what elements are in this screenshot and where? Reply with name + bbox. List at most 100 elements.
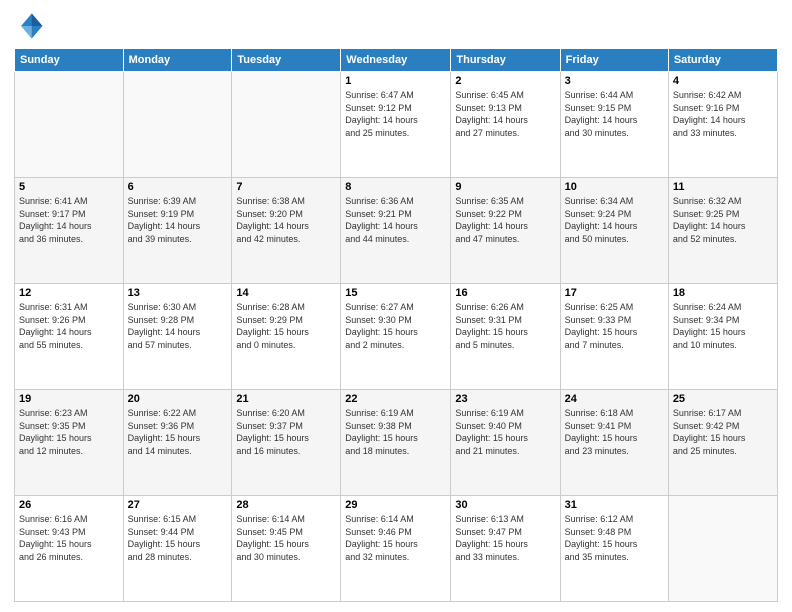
day-number: 20 [128, 393, 228, 405]
calendar-cell: 25 Sunrise: 6:17 AM Sunset: 9:42 PM Dayli… [668, 390, 777, 496]
calendar-week-row: 19 Sunrise: 6:23 AM Sunset: 9:35 PM Dayli… [15, 390, 778, 496]
calendar-cell: 2 Sunrise: 6:45 AM Sunset: 9:13 PM Daylig… [451, 72, 560, 178]
day-number: 8 [345, 181, 446, 193]
calendar-week-row: 26 Sunrise: 6:16 AM Sunset: 9:43 PM Dayli… [15, 496, 778, 602]
calendar-cell: 28 Sunrise: 6:14 AM Sunset: 9:45 PM Dayli… [232, 496, 341, 602]
day-info: Sunrise: 6:15 AM Sunset: 9:44 PM Dayligh… [128, 513, 228, 563]
calendar-cell: 13 Sunrise: 6:30 AM Sunset: 9:28 PM Dayli… [123, 284, 232, 390]
calendar-cell [15, 72, 124, 178]
header [14, 10, 778, 42]
calendar-cell: 11 Sunrise: 6:32 AM Sunset: 9:25 PM Dayli… [668, 178, 777, 284]
calendar-cell: 10 Sunrise: 6:34 AM Sunset: 9:24 PM Dayli… [560, 178, 668, 284]
calendar-cell [668, 496, 777, 602]
calendar-cell: 22 Sunrise: 6:19 AM Sunset: 9:38 PM Dayli… [341, 390, 451, 496]
day-info: Sunrise: 6:17 AM Sunset: 9:42 PM Dayligh… [673, 407, 773, 457]
calendar-cell: 31 Sunrise: 6:12 AM Sunset: 9:48 PM Dayli… [560, 496, 668, 602]
calendar-cell: 9 Sunrise: 6:35 AM Sunset: 9:22 PM Daylig… [451, 178, 560, 284]
day-info: Sunrise: 6:44 AM Sunset: 9:15 PM Dayligh… [565, 89, 664, 139]
day-number: 30 [455, 499, 555, 511]
day-number: 21 [236, 393, 336, 405]
day-info: Sunrise: 6:14 AM Sunset: 9:46 PM Dayligh… [345, 513, 446, 563]
day-number: 10 [565, 181, 664, 193]
day-info: Sunrise: 6:12 AM Sunset: 9:48 PM Dayligh… [565, 513, 664, 563]
day-number: 29 [345, 499, 446, 511]
calendar-header-row: SundayMondayTuesdayWednesdayThursdayFrid… [15, 49, 778, 72]
day-info: Sunrise: 6:32 AM Sunset: 9:25 PM Dayligh… [673, 195, 773, 245]
weekday-header: Friday [560, 49, 668, 72]
weekday-header: Monday [123, 49, 232, 72]
day-info: Sunrise: 6:47 AM Sunset: 9:12 PM Dayligh… [345, 89, 446, 139]
weekday-header: Saturday [668, 49, 777, 72]
day-number: 24 [565, 393, 664, 405]
logo [14, 10, 50, 42]
day-number: 17 [565, 287, 664, 299]
day-number: 26 [19, 499, 119, 511]
calendar-cell [232, 72, 341, 178]
day-number: 3 [565, 75, 664, 87]
day-info: Sunrise: 6:19 AM Sunset: 9:40 PM Dayligh… [455, 407, 555, 457]
calendar-cell: 1Sunrise: 6:47 AM Sunset: 9:12 PM Daylig… [341, 72, 451, 178]
calendar-cell: 17 Sunrise: 6:25 AM Sunset: 9:33 PM Dayli… [560, 284, 668, 390]
day-info: Sunrise: 6:38 AM Sunset: 9:20 PM Dayligh… [236, 195, 336, 245]
calendar-cell: 29 Sunrise: 6:14 AM Sunset: 9:46 PM Dayli… [341, 496, 451, 602]
day-number: 25 [673, 393, 773, 405]
day-number: 6 [128, 181, 228, 193]
day-number: 22 [345, 393, 446, 405]
calendar-cell: 5 Sunrise: 6:41 AM Sunset: 9:17 PM Daylig… [15, 178, 124, 284]
calendar-week-row: 5 Sunrise: 6:41 AM Sunset: 9:17 PM Daylig… [15, 178, 778, 284]
calendar-cell: 21 Sunrise: 6:20 AM Sunset: 9:37 PM Dayli… [232, 390, 341, 496]
day-number: 19 [19, 393, 119, 405]
day-number: 5 [19, 181, 119, 193]
day-info: Sunrise: 6:26 AM Sunset: 9:31 PM Dayligh… [455, 301, 555, 351]
calendar-week-row: 12Sunrise: 6:31 AM Sunset: 9:26 PM Dayli… [15, 284, 778, 390]
weekday-header: Tuesday [232, 49, 341, 72]
day-number: 13 [128, 287, 228, 299]
calendar-cell: 16 Sunrise: 6:26 AM Sunset: 9:31 PM Dayli… [451, 284, 560, 390]
day-info: Sunrise: 6:45 AM Sunset: 9:13 PM Dayligh… [455, 89, 555, 139]
day-number: 7 [236, 181, 336, 193]
day-number: 18 [673, 287, 773, 299]
day-info: Sunrise: 6:42 AM Sunset: 9:16 PM Dayligh… [673, 89, 773, 139]
calendar-cell: 23 Sunrise: 6:19 AM Sunset: 9:40 PM Dayli… [451, 390, 560, 496]
day-number: 31 [565, 499, 664, 511]
day-info: Sunrise: 6:25 AM Sunset: 9:33 PM Dayligh… [565, 301, 664, 351]
calendar-cell [123, 72, 232, 178]
day-number: 2 [455, 75, 555, 87]
day-number: 12 [19, 287, 119, 299]
day-info: Sunrise: 6:19 AM Sunset: 9:38 PM Dayligh… [345, 407, 446, 457]
day-info: Sunrise: 6:20 AM Sunset: 9:37 PM Dayligh… [236, 407, 336, 457]
calendar-cell: 18Sunrise: 6:24 AM Sunset: 9:34 PM Dayli… [668, 284, 777, 390]
calendar-cell: 20 Sunrise: 6:22 AM Sunset: 9:36 PM Dayli… [123, 390, 232, 496]
day-info: Sunrise: 6:35 AM Sunset: 9:22 PM Dayligh… [455, 195, 555, 245]
day-info: Sunrise: 6:18 AM Sunset: 9:41 PM Dayligh… [565, 407, 664, 457]
day-info: Sunrise: 6:16 AM Sunset: 9:43 PM Dayligh… [19, 513, 119, 563]
day-info: Sunrise: 6:41 AM Sunset: 9:17 PM Dayligh… [19, 195, 119, 245]
calendar-cell: 30Sunrise: 6:13 AM Sunset: 9:47 PM Dayli… [451, 496, 560, 602]
calendar-week-row: 1Sunrise: 6:47 AM Sunset: 9:12 PM Daylig… [15, 72, 778, 178]
calendar-table: SundayMondayTuesdayWednesdayThursdayFrid… [14, 48, 778, 602]
weekday-header: Sunday [15, 49, 124, 72]
day-info: Sunrise: 6:27 AM Sunset: 9:30 PM Dayligh… [345, 301, 446, 351]
day-info: Sunrise: 6:34 AM Sunset: 9:24 PM Dayligh… [565, 195, 664, 245]
calendar-cell: 14Sunrise: 6:28 AM Sunset: 9:29 PM Dayli… [232, 284, 341, 390]
calendar-cell: 8Sunrise: 6:36 AM Sunset: 9:21 PM Daylig… [341, 178, 451, 284]
calendar-cell: 7 Sunrise: 6:38 AM Sunset: 9:20 PM Daylig… [232, 178, 341, 284]
day-info: Sunrise: 6:23 AM Sunset: 9:35 PM Dayligh… [19, 407, 119, 457]
weekday-header: Thursday [451, 49, 560, 72]
day-number: 15 [345, 287, 446, 299]
day-info: Sunrise: 6:30 AM Sunset: 9:28 PM Dayligh… [128, 301, 228, 351]
calendar-cell: 26 Sunrise: 6:16 AM Sunset: 9:43 PM Dayli… [15, 496, 124, 602]
day-number: 28 [236, 499, 336, 511]
calendar-cell: 3 Sunrise: 6:44 AM Sunset: 9:15 PM Daylig… [560, 72, 668, 178]
calendar-cell: 4 Sunrise: 6:42 AM Sunset: 9:16 PM Daylig… [668, 72, 777, 178]
page: SundayMondayTuesdayWednesdayThursdayFrid… [0, 0, 792, 612]
day-number: 4 [673, 75, 773, 87]
day-number: 11 [673, 181, 773, 193]
day-info: Sunrise: 6:14 AM Sunset: 9:45 PM Dayligh… [236, 513, 336, 563]
day-number: 16 [455, 287, 555, 299]
day-info: Sunrise: 6:22 AM Sunset: 9:36 PM Dayligh… [128, 407, 228, 457]
calendar-cell: 12Sunrise: 6:31 AM Sunset: 9:26 PM Dayli… [15, 284, 124, 390]
day-number: 9 [455, 181, 555, 193]
day-number: 23 [455, 393, 555, 405]
day-number: 27 [128, 499, 228, 511]
